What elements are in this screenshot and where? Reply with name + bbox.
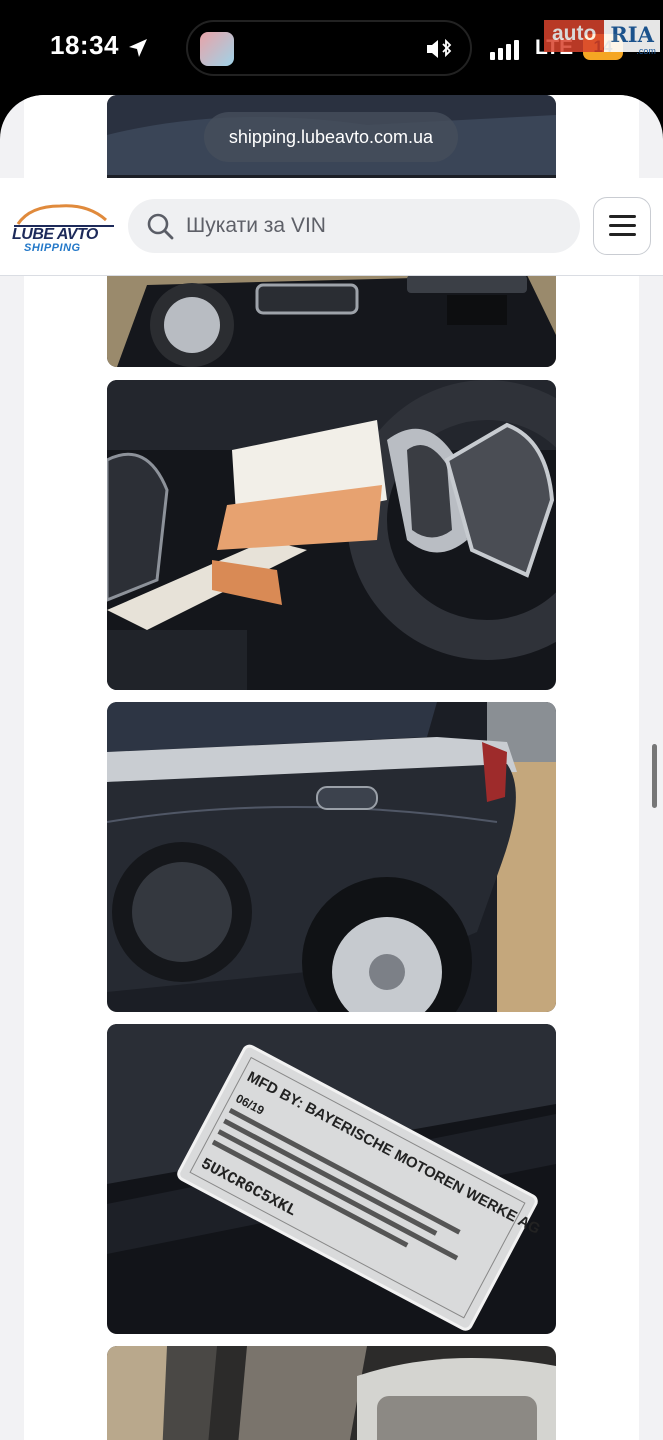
- url-bar[interactable]: shipping.lubeavto.com.ua: [204, 112, 458, 162]
- vin-label-image: MFD BY: BAYERISCHE MOTOREN WERKE AG 06/1…: [107, 1024, 556, 1334]
- car-photo-side-door[interactable]: [107, 702, 556, 1012]
- speaker-bluetooth-icon: [427, 38, 452, 58]
- car-photo-interior-door[interactable]: [107, 1346, 556, 1440]
- site-logo[interactable]: LUBE AVTO SHIPPING: [10, 200, 118, 254]
- menu-icon-line-top: [609, 215, 636, 218]
- status-time: 18:34: [50, 30, 119, 60]
- page-scrollbar[interactable]: [652, 744, 657, 808]
- interior-key-image: [107, 380, 556, 690]
- vin-search[interactable]: [128, 199, 580, 253]
- now-playing-thumbnail: [200, 32, 234, 66]
- status-bar: 18:34 LTE 14 auto RIA .com: [0, 0, 663, 95]
- menu-icon-line-bottom: [609, 233, 636, 236]
- car-photo-vin-label[interactable]: MFD BY: BAYERISCHE MOTOREN WERKE AG 06/1…: [107, 1024, 556, 1334]
- browser-sheet: shipping.lubeavto.com.ua LUBE AVTO SHIPP…: [0, 95, 663, 1440]
- vin-search-input[interactable]: [186, 199, 566, 253]
- side-door-image: [107, 702, 556, 1012]
- logo-text-shipping: SHIPPING: [24, 242, 81, 254]
- interior-door-image: [107, 1346, 556, 1440]
- watermark-domain: .com: [636, 46, 656, 56]
- watermark-auto: auto: [544, 20, 605, 52]
- cellular-signal-icon: [490, 40, 519, 60]
- menu-icon-line-middle: [609, 224, 636, 227]
- autoria-watermark: auto RIA .com: [544, 20, 660, 56]
- search-icon: [147, 213, 174, 240]
- location-arrow-icon: [129, 39, 147, 57]
- menu-button[interactable]: [593, 197, 651, 255]
- dynamic-island[interactable]: [186, 20, 472, 76]
- car-photo-interior-key[interactable]: [107, 380, 556, 690]
- site-header: LUBE AVTO SHIPPING: [0, 178, 663, 276]
